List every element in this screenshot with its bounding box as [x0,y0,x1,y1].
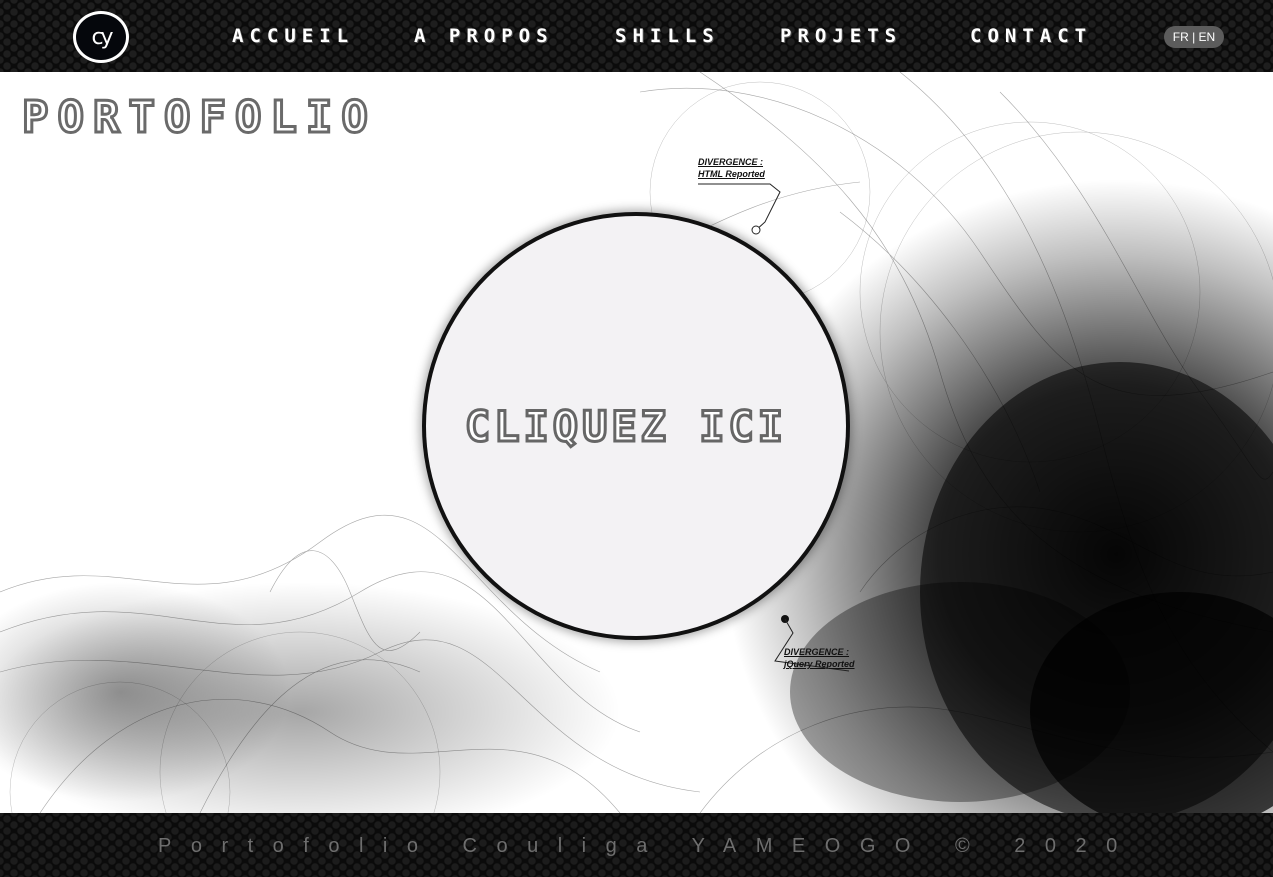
click-here-button[interactable]: CLIQUEZ ICI [426,216,846,636]
click-here-label: CLIQUEZ ICI [463,400,788,452]
intro-orb: CLIQUEZ ICI [414,208,874,668]
nav-item-a-propos[interactable]: A PROPOS [414,24,554,48]
callout-jquery-line1: DIVERGENCE : [784,647,850,657]
top-navigation-bar: cy ACCUEIL A PROPOS SHILLS PROJETS CONTA… [0,0,1273,73]
footer: Portofolio Couliga YAMEOGO © 2020 [0,813,1273,877]
callout-html-line1: DIVERGENCE : [698,157,764,167]
footer-copyright: Portofolio Couliga YAMEOGO © 2020 [158,835,1137,857]
nav-item-contact[interactable]: CONTACT [970,24,1092,48]
nav-item-projets[interactable]: PROJETS [780,24,902,48]
nav-item-skills[interactable]: SHILLS [615,24,720,48]
page-title: PORTOFOLIO [21,91,377,145]
hero-section: PORTOFOLIO CLIQUEZ ICI DIVERGENCE : HTML… [0,72,1273,813]
language-switch[interactable]: FR | EN [1164,26,1224,48]
logo[interactable]: cy [73,11,129,63]
callout-jquery-line2: jQuery Reported [784,659,855,669]
callout-html-reported: DIVERGENCE : HTML Reported [698,156,765,180]
callout-html-line2: HTML Reported [698,169,765,179]
nav-item-accueil[interactable]: ACCUEIL [232,24,354,48]
callout-jquery-reported: DIVERGENCE : jQuery Reported [784,646,855,670]
